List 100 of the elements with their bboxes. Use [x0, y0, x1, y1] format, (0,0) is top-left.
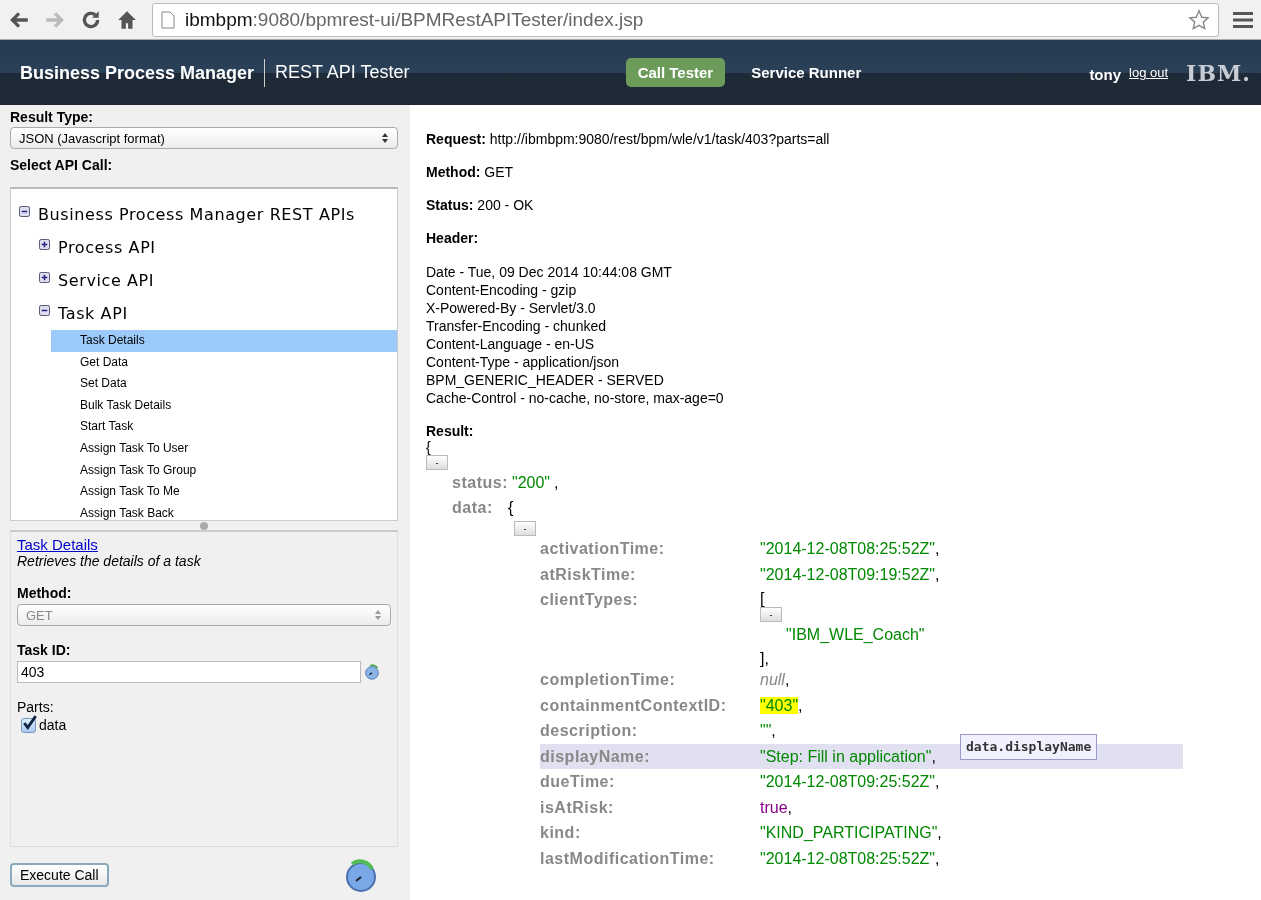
logo: IBM.	[1186, 59, 1251, 86]
user-name: tony	[1089, 66, 1122, 83]
json-bracket: ],	[760, 651, 770, 667]
nav-tab[interactable]: Service Runner	[739, 58, 874, 87]
app-title: REST API Tester	[274, 62, 410, 83]
json-value: "Step: Fill in application"	[760, 747, 932, 765]
response-field: Request: http://ibmbpm:9080/rest/bpm/wle/v1/task/403?parts=all	[426, 131, 1261, 164]
json-value: "2014-12-08T09:25:52Z"	[760, 773, 936, 790]
path-tooltip: data.displayName	[960, 733, 1098, 760]
header-line: Content-Type - application/json	[426, 353, 620, 371]
api-call-item[interactable]: Assign Task Back	[51, 502, 397, 520]
api-call-item[interactable]: Assign Task To User	[51, 437, 397, 460]
api-call-item[interactable]: Assign Task To Me	[51, 481, 397, 503]
task-id-field[interactable]: 403	[17, 661, 361, 683]
clock-icon[interactable]	[344, 857, 378, 893]
response-field: Method: GET	[426, 164, 1261, 197]
api-call-item[interactable]: Assign Task To Group	[51, 459, 397, 482]
json-value: "2014-12-08T09:19:52Z"	[760, 565, 936, 583]
page-icon	[161, 10, 175, 29]
json-key: dueTime:	[540, 769, 760, 795]
collapse-button[interactable]: -	[426, 455, 448, 470]
splitter-handle[interactable]	[200, 522, 208, 530]
json-key: completionTime:	[540, 667, 760, 693]
field-label: Result Type:	[10, 109, 94, 125]
tree-node[interactable]: Process API	[58, 238, 156, 257]
json-punctuation: ,	[787, 798, 793, 816]
result-type-select[interactable]: JSON (Javascript format)	[10, 127, 398, 149]
tree-node[interactable]: Task API	[58, 304, 128, 323]
json-key: isAtRisk:	[540, 794, 760, 820]
header-line: Date - Tue, 09 Dec 2014 10:44:08 GMT	[426, 263, 673, 281]
url-field[interactable]: ibmbpm:9080/bpmrest-ui/BPMRestAPITester/index.jsp	[152, 2, 1219, 37]
api-call-item[interactable]: Set Data	[51, 373, 397, 395]
updown-icon	[381, 132, 389, 144]
star-icon[interactable]	[1188, 8, 1210, 31]
section-label: Header:	[426, 230, 479, 246]
collapse-button[interactable]: -	[514, 521, 536, 536]
json-key: status:	[452, 473, 508, 492]
response-field: Status: 200 - OK	[426, 197, 1261, 230]
api-call-item[interactable]: Bulk Task Details	[51, 394, 397, 417]
json-value: "2014-12-08T08:25:52Z"	[760, 540, 936, 557]
json-key: lastModificationTime:	[540, 845, 760, 871]
json-key: displayName:	[540, 743, 760, 769]
json-punctuation: ,	[935, 565, 940, 583]
collapse-button[interactable]: -	[760, 607, 782, 622]
updown-icon	[374, 609, 382, 621]
checkbox[interactable]	[21, 717, 36, 733]
json-key: description:	[540, 718, 760, 744]
json-punctuation: ,	[935, 540, 940, 557]
json-punctuation: ,	[554, 473, 559, 492]
json-key: activationTime:	[540, 536, 760, 562]
field-label: Select API Call:	[10, 157, 114, 173]
checkbox-label: data	[39, 717, 67, 733]
json-value: "KIND_PARTICIPATING"	[760, 824, 938, 841]
api-call-link[interactable]: Task Details	[17, 536, 98, 553]
expand-icon[interactable]	[39, 272, 50, 283]
header-line: Content-Encoding - gzip	[426, 281, 578, 299]
json-bracket: [	[760, 591, 766, 607]
json-punctuation: ,	[784, 671, 790, 688]
api-call-description: Retrieves the details of a task	[17, 553, 202, 569]
api-call-item[interactable]: Get Data	[51, 351, 397, 374]
tree-node[interactable]: Service API	[58, 271, 155, 290]
tree-node[interactable]: Business Process Manager REST APIs	[38, 205, 355, 224]
json-key: containmentContextID:	[540, 692, 760, 718]
header-line: Transfer-Encoding - chunked	[426, 317, 608, 335]
product-title: Business Process Manager	[20, 58, 266, 87]
json-value: "200"	[511, 473, 550, 492]
execute-call-button[interactable]: Execute Call	[10, 863, 109, 887]
header-line: X-Powered-By - Servlet/3.0	[426, 299, 597, 317]
json-punctuation: ,	[771, 722, 776, 739]
json-key: kind:	[540, 820, 760, 846]
collapse-icon[interactable]	[19, 206, 30, 217]
reload-icon[interactable]	[80, 8, 102, 31]
collapse-icon[interactable]	[39, 305, 50, 316]
json-punctuation: ,	[935, 849, 940, 867]
json-punctuation: ,	[935, 773, 940, 790]
clock-icon[interactable]	[363, 663, 381, 681]
json-value: null	[760, 671, 785, 688]
json-punctuation: ,	[798, 696, 803, 714]
field-label: Parts:	[17, 699, 55, 715]
logout-link[interactable]: log out	[1129, 65, 1169, 80]
header-line: Cache-Control - no-cache, no-store, max-age=0	[426, 389, 725, 407]
menu-icon[interactable]	[1233, 10, 1253, 29]
json-value: true	[760, 798, 788, 816]
field-label: Method:	[17, 585, 73, 601]
field-label: Task ID:	[17, 642, 72, 658]
json-punctuation: ,	[931, 747, 936, 765]
json-brace: {	[426, 439, 432, 455]
json-key: clientTypes:	[540, 587, 760, 613]
json-key: data:	[452, 499, 504, 518]
json-value: ""	[760, 722, 772, 739]
header-line: BPM_GENERIC_HEADER - SERVED	[426, 371, 665, 389]
json-key: atRiskTime:	[540, 561, 760, 587]
api-call-item[interactable]: Task Details	[51, 330, 397, 352]
section-label: Result:	[426, 423, 474, 439]
api-call-item[interactable]: Start Task	[51, 416, 397, 438]
json-value: "403"	[760, 696, 799, 714]
json-brace: {	[508, 499, 514, 518]
json-value: "IBM_WLE_Coach"	[785, 625, 926, 645]
header-line: Content-Language - en-US	[426, 335, 596, 353]
expand-icon[interactable]	[39, 239, 50, 250]
